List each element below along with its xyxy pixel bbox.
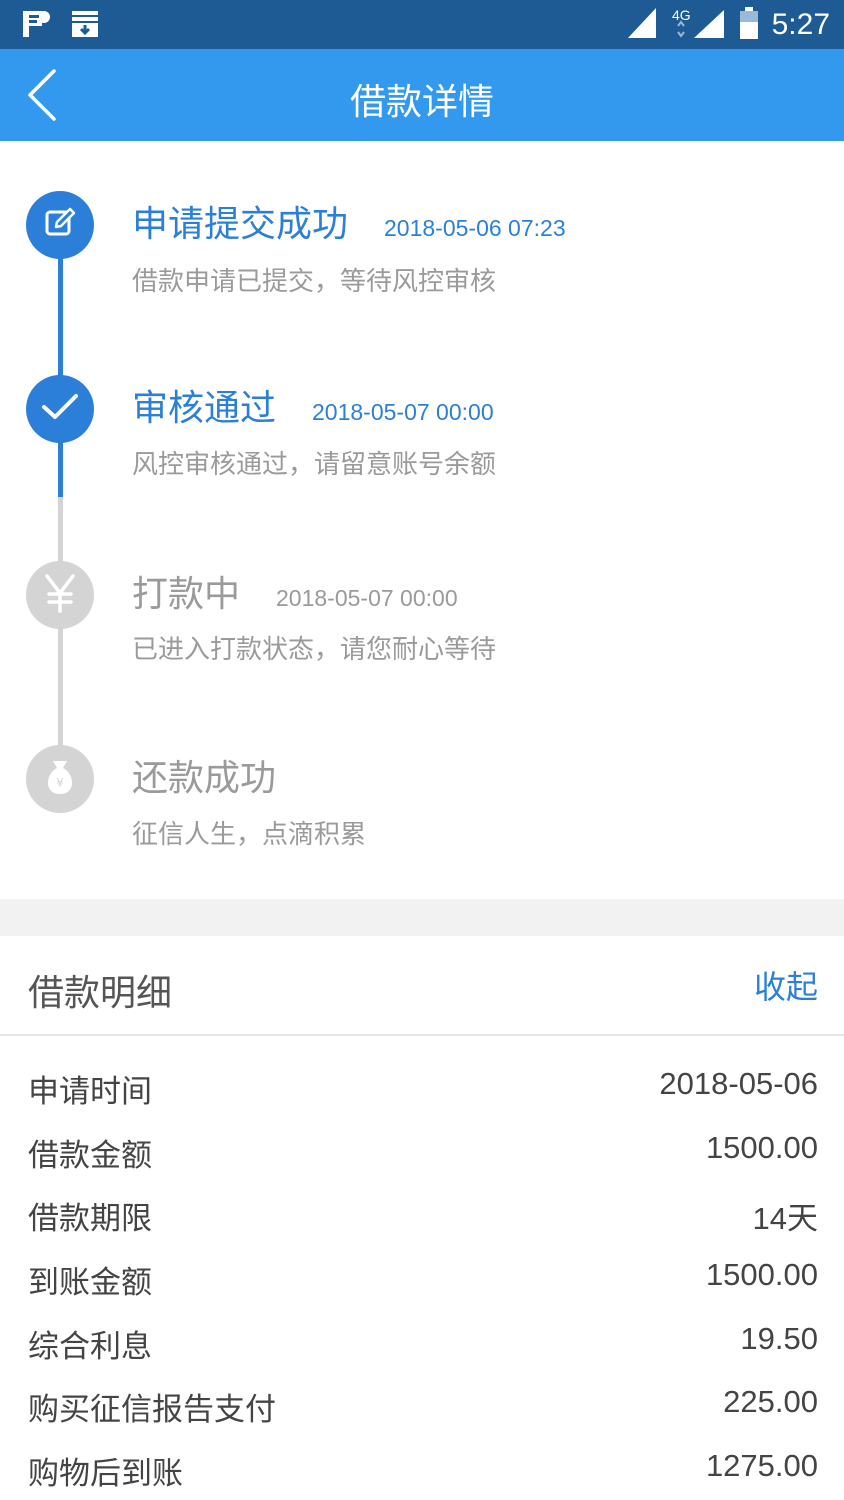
section-title: 借款明细 — [28, 973, 173, 1014]
detail-value: 225.00 — [723, 1384, 818, 1419]
timeline-step-submitted: 申请提交成功 2018-05-06 07:23 — [132, 195, 566, 247]
detail-label: 购买征信报告支付 — [28, 1392, 276, 1428]
network-type-label: 4G — [672, 7, 691, 23]
detail-row-credit-report-fee: 购买征信报告支付 225.00 — [28, 1384, 818, 1434]
detail-row-final-amount: 购物后到账 1275.00 — [28, 1448, 818, 1498]
edit-icon — [42, 205, 78, 245]
timeline-node-disbursing — [26, 561, 94, 629]
download-tray-icon — [70, 8, 100, 44]
step-time: 2018-05-06 07:23 — [384, 215, 566, 241]
timeline-step-repaid: 还款成功 — [132, 749, 276, 801]
step-title: 还款成功 — [132, 758, 277, 799]
yen-icon — [42, 573, 78, 617]
detail-value: 14天 — [752, 1201, 818, 1236]
detail-value: 1500.00 — [705, 1257, 818, 1292]
detail-row-loan-amount: 借款金额 1500.00 — [28, 1130, 818, 1180]
money-bag-icon: ¥ — [41, 757, 79, 801]
detail-value: 2018-05-06 — [659, 1066, 818, 1101]
page-title: 借款详情 — [349, 82, 494, 123]
loan-details-header: 借款明细 收起 — [0, 936, 844, 1036]
detail-label: 综合利息 — [28, 1329, 152, 1365]
status-bar: 4G 5:27 — [0, 0, 844, 49]
step-title: 打款中 — [132, 574, 241, 615]
detail-row-apply-time: 申请时间 2018-05-06 — [28, 1066, 818, 1116]
timeline-step-approved: 审核通过 2018-05-07 00:00 — [132, 379, 494, 431]
detail-value: 1500.00 — [705, 1130, 818, 1165]
step-description: 已进入打款状态，请您耐心等待 — [132, 635, 497, 665]
step-title: 申请提交成功 — [132, 204, 349, 245]
collapse-button[interactable]: 收起 — [754, 962, 818, 1008]
detail-value: 1275.00 — [705, 1448, 818, 1483]
detail-label: 借款金额 — [28, 1138, 152, 1174]
detail-row-interest: 综合利息 19.50 — [28, 1321, 818, 1371]
svg-text:¥: ¥ — [56, 776, 64, 790]
loan-details-list: 申请时间 2018-05-06 借款金额 1500.00 借款期限 14天 到账… — [0, 1038, 844, 1500]
step-title: 审核通过 — [132, 388, 277, 429]
timeline-step-disbursing: 打款中 2018-05-07 00:00 — [132, 565, 458, 617]
signal-4g-icon: 4G — [670, 6, 726, 44]
check-icon — [41, 392, 79, 426]
step-time: 2018-05-07 00:00 — [312, 399, 494, 425]
detail-label: 到账金额 — [28, 1265, 152, 1301]
detail-label: 借款期限 — [28, 1201, 152, 1237]
step-description: 征信人生，点滴积累 — [132, 820, 367, 850]
step-description: 借款申请已提交，等待风控审核 — [132, 267, 497, 297]
app-bar: 借款详情 — [0, 49, 844, 141]
notification-flag-icon — [20, 8, 52, 44]
timeline-node-approved — [26, 375, 94, 443]
battery-icon — [738, 6, 760, 44]
timeline-node-repaid: ¥ — [26, 745, 94, 813]
clock: 5:27 — [771, 8, 830, 41]
detail-label: 申请时间 — [28, 1074, 152, 1110]
loan-progress-timeline: 申请提交成功 2018-05-06 07:23 借款申请已提交，等待风控审核 审核… — [0, 141, 844, 899]
detail-value: 19.50 — [740, 1321, 818, 1356]
section-divider — [0, 899, 844, 936]
detail-label: 购物后到账 — [28, 1456, 183, 1492]
detail-row-received-amount: 到账金额 1500.00 — [28, 1257, 818, 1307]
signal-icon — [626, 6, 658, 44]
step-time: 2018-05-07 00:00 — [276, 585, 458, 611]
detail-row-loan-term: 借款期限 14天 — [28, 1193, 818, 1243]
step-description: 风控审核通过，请留意账号余额 — [132, 450, 497, 480]
timeline-node-submitted — [26, 191, 94, 259]
timeline-line-pending — [58, 497, 63, 777]
